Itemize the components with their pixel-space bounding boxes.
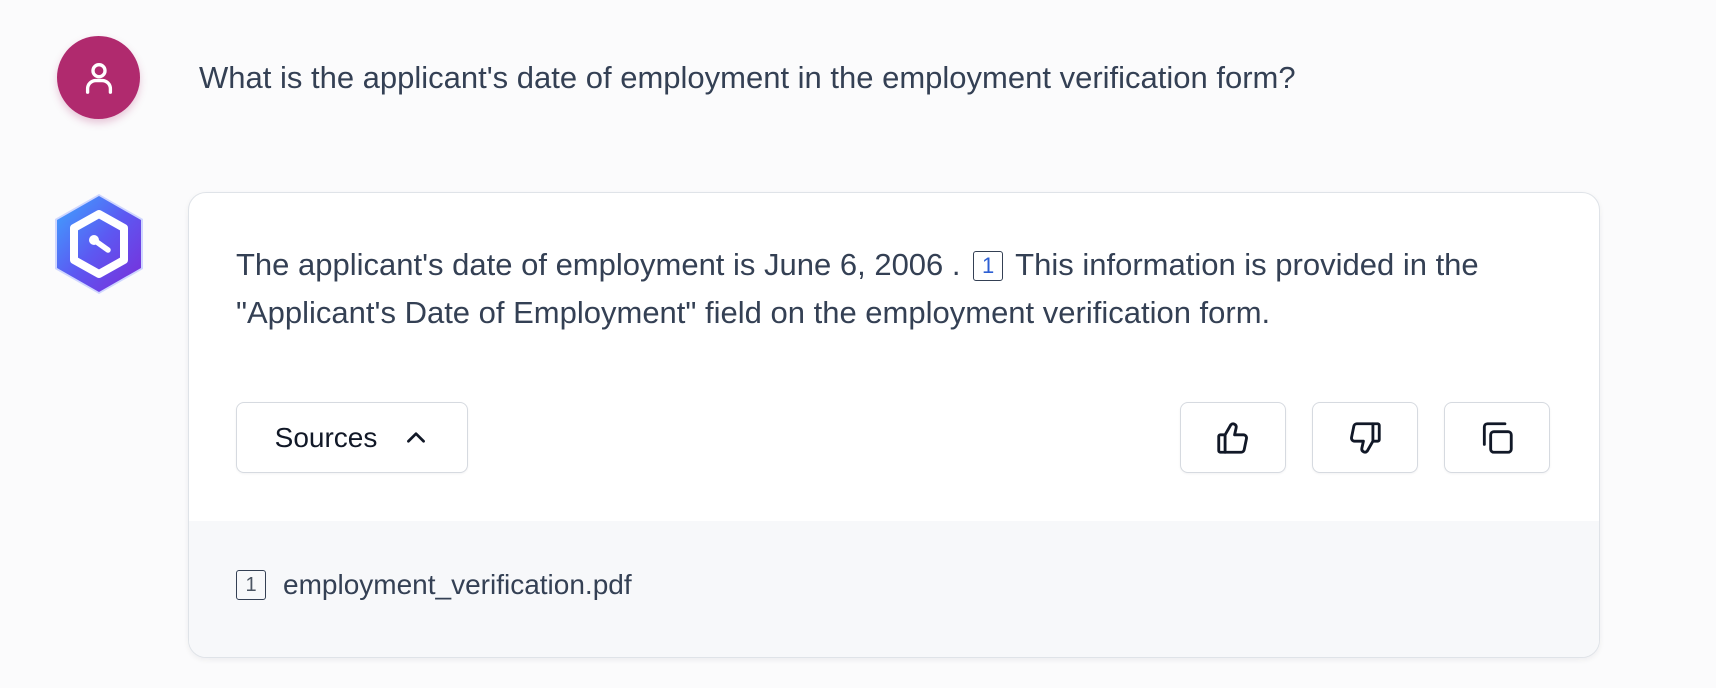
- source-file-name[interactable]: employment_verification.pdf: [283, 569, 632, 601]
- copy-button[interactable]: [1444, 402, 1550, 473]
- chevron-up-icon: [407, 431, 426, 443]
- source-number-badge: 1: [236, 570, 266, 600]
- copy-icon: [1482, 421, 1513, 454]
- sources-label: Sources: [274, 421, 378, 453]
- user-icon: [85, 62, 112, 94]
- sources-toggle-button[interactable]: Sources: [236, 402, 468, 473]
- thumbs-up-button[interactable]: [1180, 402, 1286, 473]
- thumbs-down-icon: [1350, 421, 1381, 454]
- hexagon-logo-icon: [55, 194, 143, 294]
- user-avatar: [57, 36, 140, 119]
- source-item[interactable]: 1 employment_verification.pdf: [236, 569, 632, 601]
- answer-text-before-citation: The applicant's date of employment is Ju…: [236, 247, 961, 282]
- sources-panel: 1 employment_verification.pdf: [189, 521, 1599, 657]
- assistant-answer: The applicant's date of employment is Ju…: [236, 241, 1556, 337]
- thumbs-down-button[interactable]: [1312, 402, 1418, 473]
- assistant-answer-card: The applicant's date of employment is Ju…: [188, 192, 1600, 658]
- citation-badge[interactable]: 1: [973, 251, 1004, 281]
- thumbs-up-icon: [1217, 421, 1248, 454]
- user-question: What is the applicant's date of employme…: [199, 60, 1296, 95]
